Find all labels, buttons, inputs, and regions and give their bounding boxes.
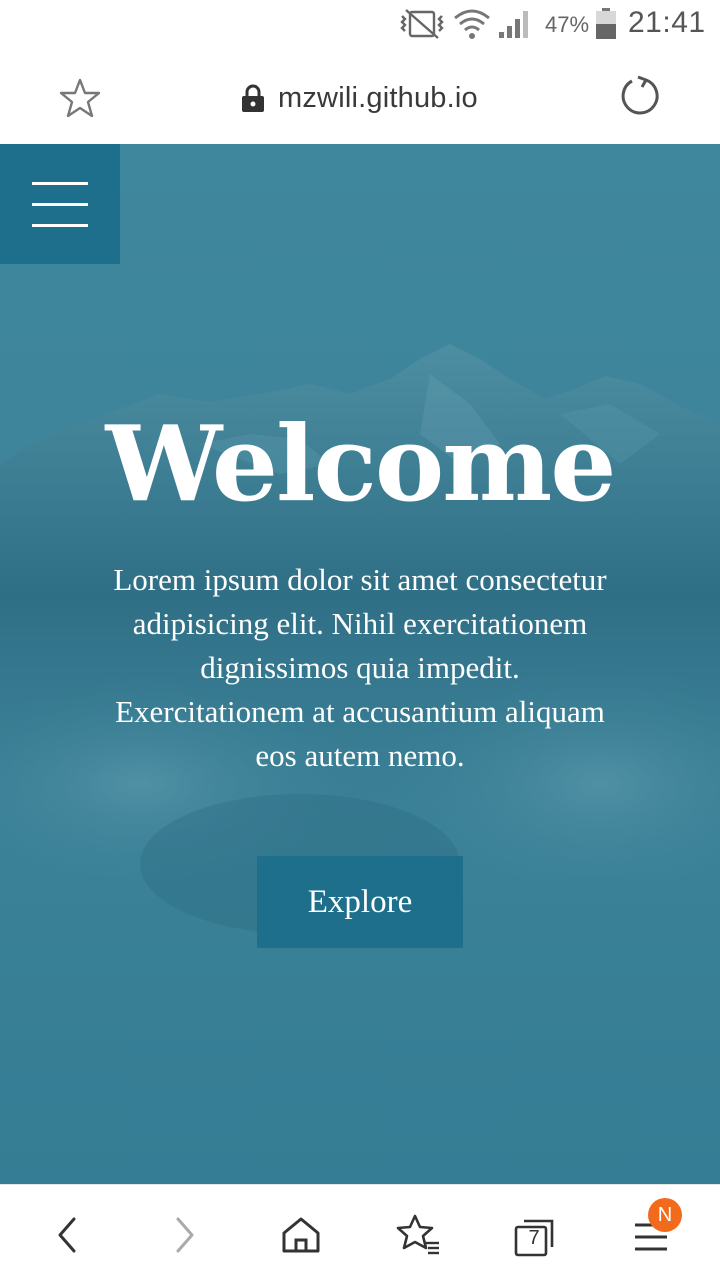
mute-vibrate-icon [400,9,444,39]
battery-icon [596,8,616,39]
status-bar: 47% 21:41 [0,0,720,48]
notification-badge: N [648,1198,682,1232]
star-icon [59,78,101,118]
reload-icon [621,75,659,115]
explore-button[interactable]: Explore [257,856,463,948]
bookmarks-button[interactable] [395,1211,443,1259]
back-button[interactable] [44,1211,92,1259]
hero-description: Lorem ipsum dolor sit amet consectetur a… [113,562,607,773]
forward-icon [176,1217,194,1253]
hamburger-menu-button[interactable] [0,144,120,264]
forward-button[interactable] [160,1211,208,1259]
home-icon [282,1217,320,1253]
signal-icon [499,11,528,38]
hero-title: Welcome [105,402,617,525]
bookmarks-icon [396,1214,439,1255]
clock: 21:41 [628,6,706,39]
battery-percent: 47% [545,12,590,37]
menu-line [32,224,88,227]
wifi-icon [454,9,490,39]
tabs-button[interactable]: 7 [510,1211,558,1259]
url-text: mzwili.github.io [278,81,478,114]
reload-button[interactable] [618,74,662,118]
browser-bottom-toolbar: 7 [0,1184,720,1281]
bookmark-page-button[interactable] [58,76,102,120]
hero-section: Welcome Lorem ipsum dolor sit amet conse… [0,144,720,1184]
lock-icon [242,84,264,112]
tab-count: 7 [528,1226,540,1249]
url-field[interactable]: mzwili.github.io [240,78,478,118]
menu-line [32,203,88,206]
menu-line [32,182,88,185]
home-button[interactable] [277,1211,325,1259]
address-bar: mzwili.github.io [0,48,720,144]
back-icon [58,1217,76,1253]
